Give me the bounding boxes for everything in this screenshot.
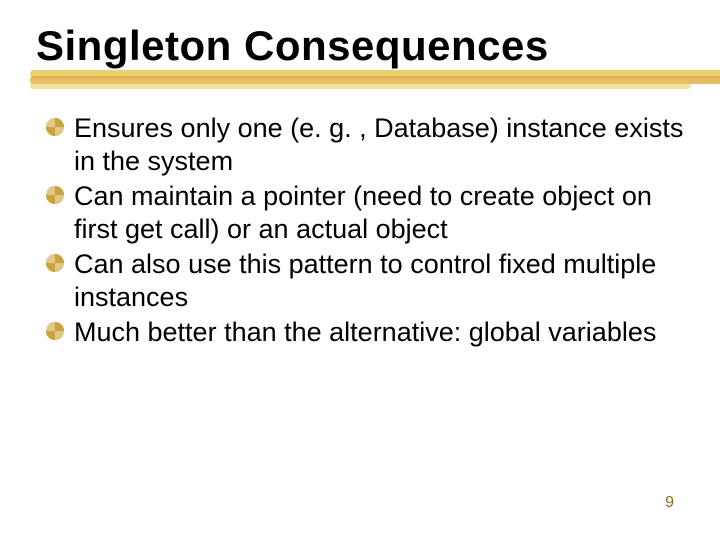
bullet-list: Ensures only one (e. g. , Database) inst… [36,112,684,349]
title-underline [30,70,720,90]
list-item: Much better than the alternative: global… [44,316,684,349]
page-title: Singleton Consequences [36,24,684,68]
list-item-text: Can also use this pattern to control fix… [74,249,656,312]
slide: Singleton Consequences Ensures only one … [0,0,720,540]
list-item: Can also use this pattern to control fix… [44,248,684,314]
list-item-text: Can maintain a pointer (need to create o… [74,181,652,244]
title-wrap: Singleton Consequences [36,24,684,68]
list-item: Can maintain a pointer (need to create o… [44,180,684,246]
pinwheel-icon [44,184,66,206]
page-number: 9 [665,494,674,512]
pinwheel-icon [44,320,66,342]
list-item: Ensures only one (e. g. , Database) inst… [44,112,684,178]
list-item-text: Much better than the alternative: global… [74,317,656,347]
pinwheel-icon [44,252,66,274]
pinwheel-icon [44,116,66,138]
list-item-text: Ensures only one (e. g. , Database) inst… [74,113,683,176]
